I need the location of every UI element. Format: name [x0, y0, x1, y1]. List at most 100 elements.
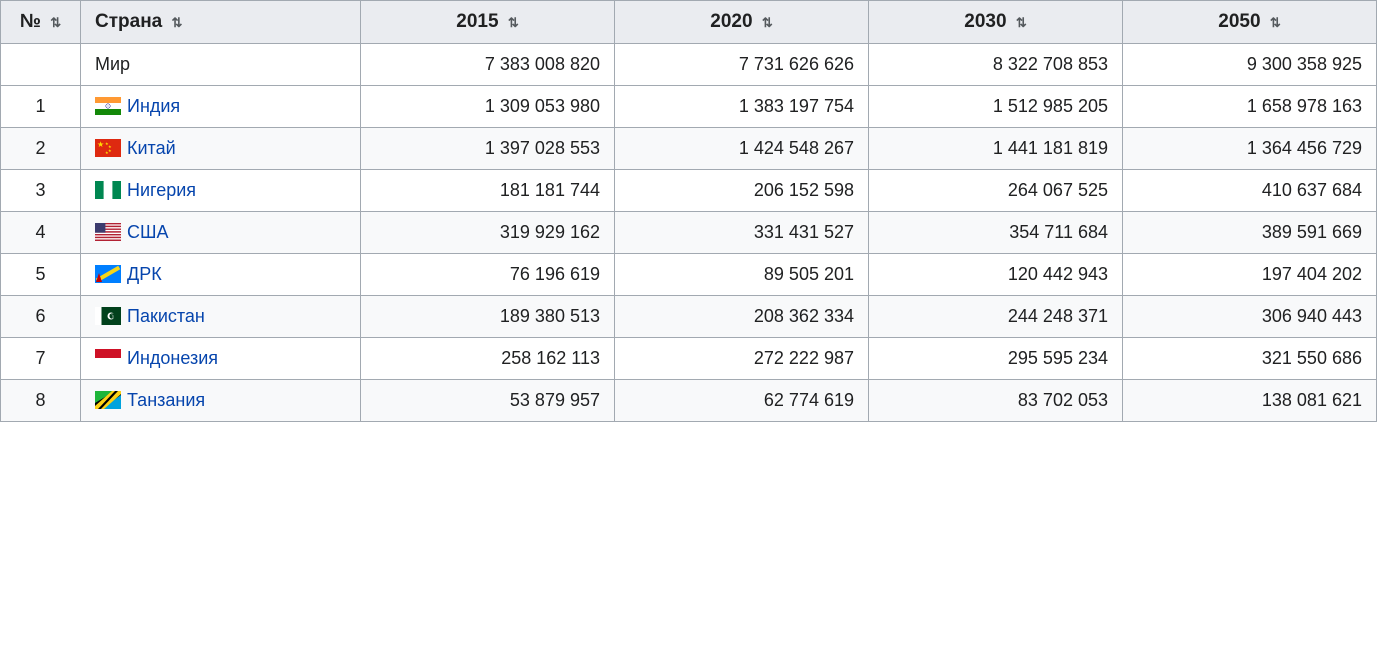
- world-2050: 9 300 358 925: [1123, 44, 1377, 86]
- flag-indonesia-icon: [95, 349, 121, 367]
- row-num: 2: [1, 128, 81, 170]
- table-row: 1 Индия 1 309 053 9801 383 197 7541 512 9…: [1, 86, 1377, 128]
- sort-icon-country[interactable]: ⇅: [172, 15, 183, 31]
- header-2030[interactable]: 2030 ⇅: [869, 1, 1123, 44]
- row-2030: 354 711 684: [869, 212, 1123, 254]
- row-2030: 264 067 525: [869, 170, 1123, 212]
- row-2050: 1 658 978 163: [1123, 86, 1377, 128]
- table-row: 3 Нигерия 181 181 744206 152 598264 067 5…: [1, 170, 1377, 212]
- svg-text:★: ★: [108, 148, 112, 153]
- row-2015: 319 929 162: [361, 212, 615, 254]
- header-2020-label: 2020: [710, 11, 752, 32]
- row-2030: 1 441 181 819: [869, 128, 1123, 170]
- header-2015[interactable]: 2015 ⇅: [361, 1, 615, 44]
- sort-icon-2015[interactable]: ⇅: [508, 15, 519, 31]
- row-num: 1: [1, 86, 81, 128]
- row-num: 7: [1, 338, 81, 380]
- world-num: [1, 44, 81, 86]
- country-link[interactable]: США: [127, 222, 169, 242]
- table-row: 2 ★ ★ ★ ★ ★ Китай1 397 028 5531 424 548 …: [1, 128, 1377, 170]
- flag-drc-icon: [95, 265, 121, 283]
- table-row: 8 Танзания 53 879 95762 774 61983 702 053…: [1, 380, 1377, 422]
- row-2015: 1 397 028 553: [361, 128, 615, 170]
- world-2030: 8 322 708 853: [869, 44, 1123, 86]
- country-link[interactable]: Нигерия: [127, 180, 196, 200]
- row-num: 4: [1, 212, 81, 254]
- world-country: Мир: [81, 44, 361, 86]
- row-2050: 197 404 202: [1123, 254, 1377, 296]
- sort-icon-num[interactable]: ⇅: [50, 15, 61, 31]
- country-link[interactable]: Пакистан: [127, 306, 205, 326]
- row-country: США: [81, 212, 361, 254]
- row-num: 8: [1, 380, 81, 422]
- header-2015-label: 2015: [456, 11, 498, 32]
- row-2020: 206 152 598: [615, 170, 869, 212]
- flag-nigeria-icon: [95, 181, 121, 199]
- country-link[interactable]: Индонезия: [127, 348, 218, 368]
- table-body: Мир 7 383 008 820 7 731 626 626 8 322 70…: [1, 44, 1377, 422]
- header-2020[interactable]: 2020 ⇅: [615, 1, 869, 44]
- row-num: 3: [1, 170, 81, 212]
- svg-text:☽: ☽: [109, 314, 114, 321]
- header-2050[interactable]: 2050 ⇅: [1123, 1, 1377, 44]
- row-country: ДРК: [81, 254, 361, 296]
- row-2020: 1 383 197 754: [615, 86, 869, 128]
- world-country-name: Мир: [95, 54, 130, 74]
- row-2015: 258 162 113: [361, 338, 615, 380]
- row-2020: 208 362 334: [615, 296, 869, 338]
- country-link[interactable]: Индия: [127, 96, 180, 116]
- row-2015: 53 879 957: [361, 380, 615, 422]
- country-link[interactable]: Китай: [127, 138, 176, 158]
- table-row: 5 ДРК 76 196 61989 505 201120 442 943197 …: [1, 254, 1377, 296]
- svg-text:★: ★: [97, 140, 104, 149]
- row-2020: 331 431 527: [615, 212, 869, 254]
- row-2020: 272 222 987: [615, 338, 869, 380]
- row-2020: 89 505 201: [615, 254, 869, 296]
- world-row: Мир 7 383 008 820 7 731 626 626 8 322 70…: [1, 44, 1377, 86]
- sort-icon-2030[interactable]: ⇅: [1016, 15, 1027, 31]
- world-2015: 7 383 008 820: [361, 44, 615, 86]
- country-link[interactable]: Танзания: [127, 390, 205, 410]
- row-2030: 295 595 234: [869, 338, 1123, 380]
- sort-icon-2050[interactable]: ⇅: [1270, 15, 1281, 31]
- row-2030: 83 702 053: [869, 380, 1123, 422]
- row-2030: 120 442 943: [869, 254, 1123, 296]
- flag-pakistan-icon: ☽: [95, 307, 121, 325]
- table-header-row: № ⇅ Страна ⇅ 2015 ⇅ 2020 ⇅ 2030 ⇅ 2050 ⇅: [1, 1, 1377, 44]
- row-2020: 1 424 548 267: [615, 128, 869, 170]
- row-2050: 306 940 443: [1123, 296, 1377, 338]
- row-2015: 181 181 744: [361, 170, 615, 212]
- row-num: 6: [1, 296, 81, 338]
- row-2050: 410 637 684: [1123, 170, 1377, 212]
- row-country: Нигерия: [81, 170, 361, 212]
- row-2050: 1 364 456 729: [1123, 128, 1377, 170]
- header-2050-label: 2050: [1218, 11, 1260, 32]
- svg-text:★: ★: [105, 150, 109, 155]
- country-link[interactable]: ДРК: [127, 264, 162, 284]
- row-country: ★ ★ ★ ★ ★ Китай: [81, 128, 361, 170]
- row-2015: 189 380 513: [361, 296, 615, 338]
- flag-tanzania-icon: [95, 391, 121, 409]
- header-country-label: Страна: [95, 11, 162, 32]
- row-2015: 1 309 053 980: [361, 86, 615, 128]
- row-country: ☽ Пакистан: [81, 296, 361, 338]
- header-num[interactable]: № ⇅: [1, 1, 81, 44]
- row-2020: 62 774 619: [615, 380, 869, 422]
- row-2050: 321 550 686: [1123, 338, 1377, 380]
- row-country: Индия: [81, 86, 361, 128]
- sort-icon-2020[interactable]: ⇅: [762, 15, 773, 31]
- row-2030: 1 512 985 205: [869, 86, 1123, 128]
- row-country: Танзания: [81, 380, 361, 422]
- header-num-label: №: [20, 11, 41, 32]
- population-table: № ⇅ Страна ⇅ 2015 ⇅ 2020 ⇅ 2030 ⇅ 2050 ⇅: [0, 0, 1377, 422]
- row-2050: 138 081 621: [1123, 380, 1377, 422]
- row-country: Индонезия: [81, 338, 361, 380]
- row-2015: 76 196 619: [361, 254, 615, 296]
- row-num: 5: [1, 254, 81, 296]
- row-2030: 244 248 371: [869, 296, 1123, 338]
- table-row: 6 ☽ Пакистан189 380 513208 362 334244 24…: [1, 296, 1377, 338]
- world-2020: 7 731 626 626: [615, 44, 869, 86]
- flag-india-icon: [95, 97, 121, 115]
- flag-china-icon: ★ ★ ★ ★ ★: [95, 139, 121, 157]
- header-country[interactable]: Страна ⇅: [81, 1, 361, 44]
